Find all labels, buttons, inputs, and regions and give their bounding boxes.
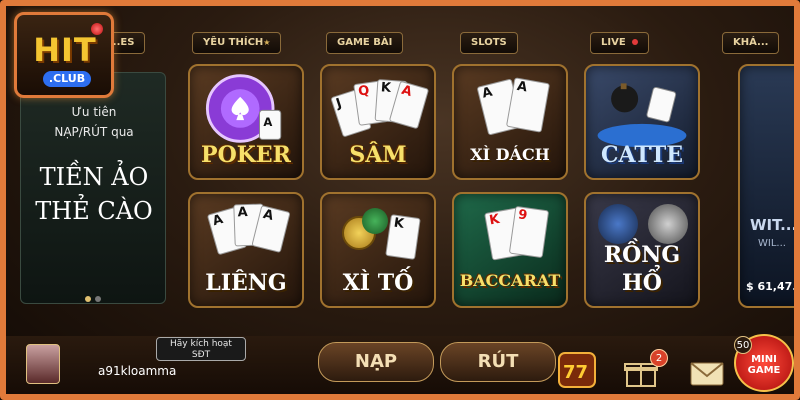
logo-subtext: .CLUB [43,71,91,87]
logo-text: HIT [33,31,97,69]
promo-line: Ưu tiên [71,105,117,119]
game-tile-rong-ho[interactable]: RỒNG HỔ [584,192,700,308]
svg-text:77: 77 [563,362,588,383]
tab-other[interactable]: KHÁ... [722,32,780,54]
live-dot-icon [631,39,638,45]
app-frame: ...ES YÊU THÍCH★ GAME BÀI SLOTS LIVE KHÁ… [0,0,800,400]
game-name: SÂM [349,142,407,168]
carousel-dots [85,287,105,306]
card-icon: K [385,214,421,260]
activate-phone-button[interactable]: Hãy kích hoạt SĐT [156,337,246,361]
hitclub-logo[interactable]: HIT .CLUB [14,12,114,98]
game-tile-lieng[interactable]: A A A LIÊNG [188,192,304,308]
slot-777-icon[interactable]: 77 [558,352,596,392]
activate-label: Hãy kích hoạt [170,339,232,349]
tab-label: KHÁ... [733,37,769,48]
game-tile-catte[interactable]: CATTE [584,64,700,180]
carousel-dot[interactable] [95,296,101,302]
game-name: BACCARAT [459,271,561,290]
promo-banner[interactable]: Ưu tiên NẠP/RÚT qua TIỀN ẢO THẺ CÀO [20,72,166,304]
carousel-dot[interactable] [85,296,91,302]
game-name: XÌ TỐ [342,270,414,296]
game-name: WIT... [750,216,798,234]
deposit-button[interactable]: NẠP [318,342,434,382]
dragon-icon [598,204,638,244]
tab-favorites[interactable]: YÊU THÍCH★ [192,32,282,54]
game-tile-xi-dach[interactable]: A A XÌ DÁCH [452,64,568,180]
mail-icon[interactable] [690,362,724,390]
card-icon: 9 [508,205,550,259]
promo-line: NẠP/RÚT qua [54,125,134,139]
game-tile-baccarat[interactable]: K 9 BACCARAT [452,192,568,308]
game-name: XÌ DÁCH [470,145,550,164]
mini-game-label: GAME [747,365,781,376]
game-name: HỔ [622,270,662,296]
svg-text:A: A [263,115,272,129]
tab-label: GAME BÀI [337,37,393,48]
withdraw-button[interactable]: RÚT [440,342,556,382]
tiger-icon [648,204,688,244]
game-name: CATTE [600,142,684,168]
tab-live[interactable]: LIVE [590,32,649,54]
star-icon: ★ [263,38,271,47]
tab-label: SLOTS [471,37,507,48]
game-tile-witcher[interactable]: WIT... WIL... $ 61,47... [738,64,800,308]
chip-icon [362,208,388,234]
tab-card-games[interactable]: GAME BÀI [326,32,404,54]
username: a91kloamma [98,364,177,378]
mini-game-label: MINI [751,354,777,365]
tab-label: YÊU THÍCH [203,37,264,48]
game-tile-sam[interactable]: J Q K A SÂM [320,64,436,180]
mini-game-badge: 50 [734,336,752,354]
game-subname: WIL... [758,238,786,249]
game-name: RỒNG [603,242,681,268]
tab-label: LIVE [601,37,626,48]
game-tile-poker[interactable]: A POKER [188,64,304,180]
game-name: POKER [201,142,291,168]
promo-headline: THẺ CÀO [35,197,153,225]
jackpot-amount: $ 61,47... [746,280,800,293]
top-nav: ...ES YÊU THÍCH★ GAME BÀI SLOTS LIVE KHÁ… [6,32,794,58]
activate-label: SĐT [191,350,211,360]
gift-badge: 2 [650,349,668,367]
card-icon: A [505,77,551,133]
promo-headline: TIỀN ẢO [39,163,149,191]
game-name: LIÊNG [205,270,287,296]
game-tile-xi-to[interactable]: K XÌ TỐ [320,192,436,308]
tab-slots[interactable]: SLOTS [460,32,518,54]
avatar[interactable] [26,344,60,384]
